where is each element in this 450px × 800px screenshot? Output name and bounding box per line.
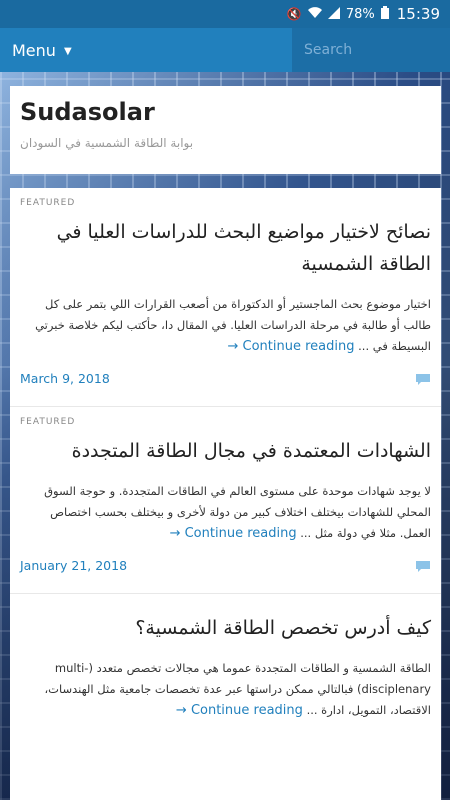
status-bar: 🔇 78% 15:39 [0, 0, 450, 28]
continue-reading-link[interactable]: Continue reading → [176, 703, 303, 718]
battery-icon [380, 6, 389, 22]
continue-reading-link[interactable]: Continue reading → [227, 339, 354, 354]
comment-icon[interactable] [415, 560, 431, 572]
site-description: بوابة الطاقة الشمسية في السودان [20, 136, 194, 150]
post-title[interactable]: نصائح لاختيار مواضيع البحث للدراسات العل… [20, 216, 431, 280]
top-navigation: Menu ▼ [0, 28, 450, 72]
post-date[interactable]: March 9, 2018 [20, 371, 110, 386]
post-item: FEATURED نصائح لاختيار مواضيع البحث للدر… [10, 188, 441, 406]
caret-down-icon: ▼ [63, 45, 72, 57]
search-input[interactable] [302, 41, 446, 59]
posts-list: FEATURED نصائح لاختيار مواضيع البحث للدر… [10, 188, 441, 800]
post-title[interactable]: كيف أدرس تخصص الطاقة الشمسية؟ [20, 612, 431, 644]
post-excerpt: اختيار موضوع بحث الماجستير أو الدكتوراة … [20, 294, 431, 357]
post-item: كيف أدرس تخصص الطاقة الشمسية؟ الطاقة الش… [10, 593, 441, 721]
comment-icon[interactable] [415, 373, 431, 385]
site-title[interactable]: Sudasolar [20, 98, 431, 126]
signal-icon [327, 6, 340, 22]
post-excerpt: الطاقة الشمسية و الطاقات المتجددة عموما … [20, 658, 431, 721]
menu-label: Menu [12, 40, 56, 60]
post-date[interactable]: January 21, 2018 [20, 558, 127, 573]
wifi-icon [307, 6, 322, 22]
post-meta: January 21, 2018 [20, 558, 431, 593]
featured-label: FEATURED [20, 198, 76, 208]
search-box [292, 28, 450, 72]
mute-icon: 🔇 [286, 7, 302, 21]
continue-reading-link[interactable]: Continue reading → [170, 526, 297, 541]
post-title[interactable]: الشهادات المعتمدة في مجال الطاقة المتجدد… [20, 435, 431, 467]
post-excerpt: لا يوجد شهادات موحدة على مستوى العالم في… [20, 481, 431, 544]
battery-percent: 78% [345, 6, 375, 22]
menu-button[interactable]: Menu ▼ [0, 41, 292, 60]
post-item: FEATURED الشهادات المعتمدة في مجال الطاق… [10, 406, 441, 593]
featured-label: FEATURED [20, 417, 76, 427]
clock: 15:39 [396, 5, 440, 23]
site-header: Sudasolar بوابة الطاقة الشمسية في السودا… [10, 86, 441, 174]
post-meta: March 9, 2018 [20, 371, 431, 406]
